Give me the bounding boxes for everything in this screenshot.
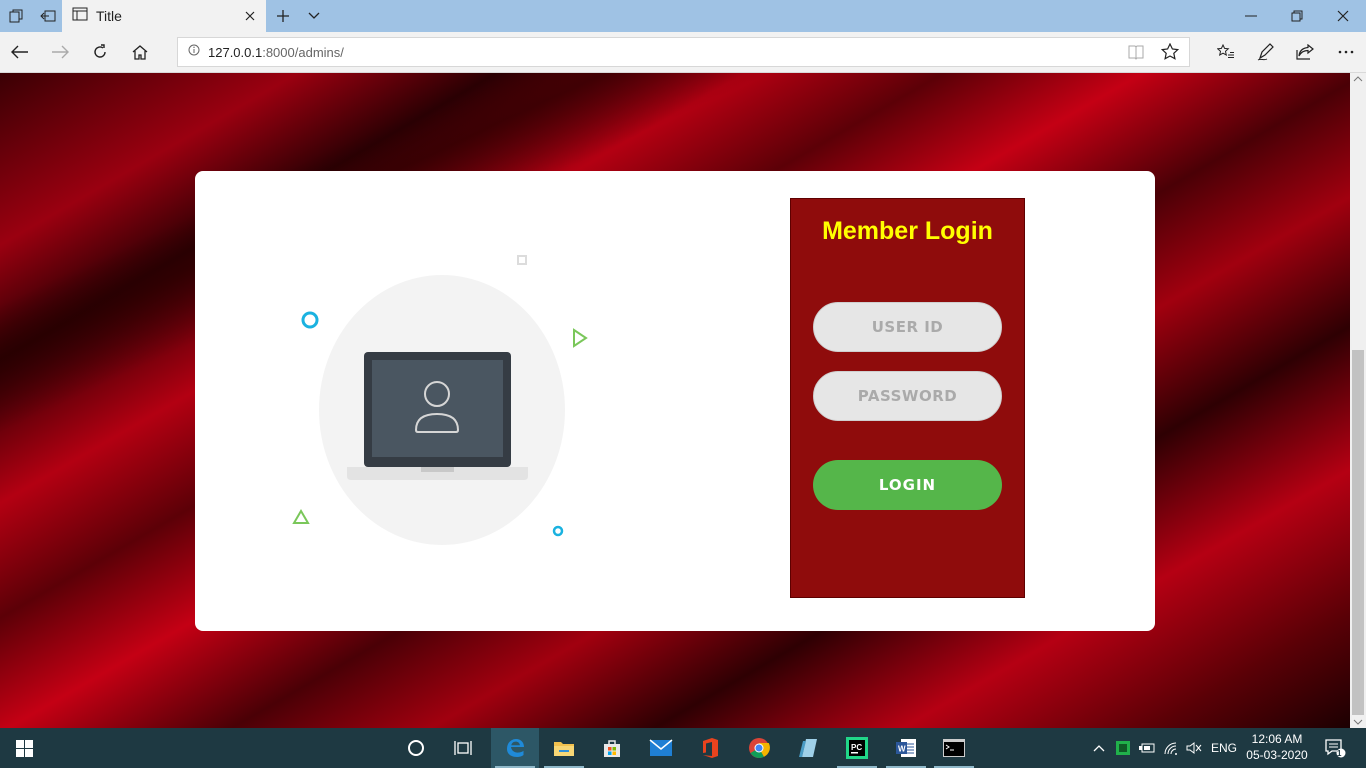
pycharm-icon[interactable]: PC	[833, 728, 881, 768]
close-tab-icon[interactable]	[242, 8, 258, 24]
favorites-hub-icon[interactable]	[1206, 32, 1246, 72]
svg-text:PC: PC	[851, 743, 862, 752]
triangle-decoration-icon	[292, 509, 310, 524]
scrollbar-thumb[interactable]	[1352, 350, 1364, 715]
task-view-icon[interactable]	[440, 728, 488, 768]
share-icon[interactable]	[1285, 32, 1325, 72]
close-window-icon[interactable]	[1320, 0, 1366, 32]
back-icon[interactable]	[0, 32, 40, 72]
tab-preview-chevron-icon[interactable]	[298, 0, 330, 32]
favorite-star-icon[interactable]	[1160, 42, 1180, 66]
info-icon[interactable]	[188, 43, 200, 61]
show-hidden-icons-chevron-icon[interactable]	[1088, 728, 1110, 768]
cortana-search-icon[interactable]	[392, 728, 440, 768]
tab-manager-icon[interactable]	[0, 0, 32, 32]
microsoft-store-icon[interactable]	[588, 728, 636, 768]
network-wifi-icon[interactable]	[1160, 728, 1182, 768]
restore-icon[interactable]	[1274, 0, 1320, 32]
reading-view-icon[interactable]	[1128, 44, 1144, 65]
app-tray-icon[interactable]	[1112, 728, 1134, 768]
action-center-icon[interactable]: 1	[1320, 728, 1350, 768]
svg-text:W: W	[898, 745, 906, 754]
password-input[interactable]	[813, 371, 1002, 421]
home-icon[interactable]	[120, 32, 160, 72]
page-background: Member Login LOGIN	[0, 73, 1350, 728]
scroll-up-arrow-icon	[1353, 76, 1363, 82]
clock-time: 12:06 AM	[1251, 732, 1303, 746]
navigation-bar: 127.0.0.1:8000/admins/	[0, 32, 1366, 73]
square-decoration-icon	[517, 255, 527, 265]
small-circle-decoration-icon	[552, 525, 564, 537]
file-explorer-icon[interactable]	[540, 728, 588, 768]
url-text[interactable]: 127.0.0.1:8000/admins/	[208, 45, 344, 60]
input-language[interactable]: ENG	[1207, 728, 1241, 768]
login-illustration	[275, 241, 595, 561]
refresh-icon[interactable]	[80, 32, 120, 72]
minimize-icon[interactable]	[1228, 0, 1274, 32]
notes-app-icon[interactable]	[784, 728, 832, 768]
tab-title: Title	[96, 8, 122, 24]
mail-icon[interactable]	[637, 728, 685, 768]
taskbar: PC W ENG 12:06 AM 05-03-2020 1	[0, 728, 1366, 768]
login-title: Member Login	[822, 217, 993, 245]
clock[interactable]: 12:06 AM 05-03-2020	[1244, 731, 1310, 763]
command-prompt-icon[interactable]	[930, 728, 978, 768]
clock-date: 05-03-2020	[1246, 748, 1308, 762]
login-card: Member Login LOGIN	[195, 171, 1155, 631]
word-icon[interactable]: W	[882, 728, 930, 768]
notification-count: 1	[1337, 749, 1342, 758]
user-id-input[interactable]	[813, 302, 1002, 352]
scroll-down-arrow-icon	[1353, 719, 1363, 725]
address-bar[interactable]: 127.0.0.1:8000/admins/	[177, 37, 1190, 67]
new-tab-icon[interactable]	[267, 0, 299, 32]
edge-browser-icon[interactable]	[491, 728, 539, 768]
start-windows-icon[interactable]	[0, 728, 48, 768]
member-login-panel: Member Login LOGIN	[790, 198, 1025, 598]
circle-decoration-icon	[301, 311, 319, 329]
vertical-scrollbar[interactable]	[1350, 73, 1366, 728]
login-button[interactable]: LOGIN	[813, 460, 1002, 510]
battery-icon[interactable]	[1136, 728, 1158, 768]
chrome-icon[interactable]	[735, 728, 783, 768]
more-options-icon[interactable]	[1326, 32, 1366, 72]
set-aside-tabs-icon[interactable]	[32, 0, 64, 32]
laptop-user-icon	[292, 255, 588, 537]
tab-active[interactable]: Title	[62, 0, 266, 32]
tab-bar: Title	[0, 0, 1366, 32]
forward-icon[interactable]	[40, 32, 80, 72]
volume-muted-icon[interactable]	[1183, 728, 1205, 768]
office-icon[interactable]	[686, 728, 734, 768]
pen-notes-icon[interactable]	[1246, 32, 1286, 72]
play-triangle-decoration-icon	[573, 328, 588, 348]
page-icon	[72, 7, 88, 26]
